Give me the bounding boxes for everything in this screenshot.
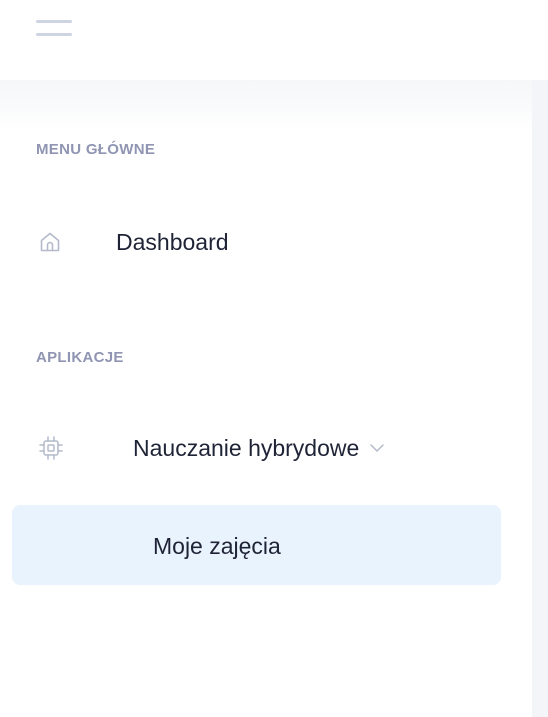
submenu-item-label: Moje zajęcia bbox=[153, 533, 281, 559]
chevron-down-icon[interactable] bbox=[369, 442, 385, 454]
sidebar-item-label: Nauczanie hybrydowe bbox=[133, 434, 360, 461]
hamburger-line bbox=[36, 33, 72, 36]
sidebar-item-hybrid-learning[interactable]: Nauczanie hybrydowe bbox=[36, 425, 385, 471]
sidebar-item-label: Dashboard bbox=[116, 228, 229, 255]
page: MENU GŁÓWNE Dashboard APLIKACJE Nauczani… bbox=[0, 0, 548, 717]
hamburger-line bbox=[36, 20, 72, 23]
content-divider bbox=[532, 80, 548, 717]
home-icon bbox=[36, 228, 64, 256]
section-title-applications: APLIKACJE bbox=[36, 349, 124, 366]
section-title-main-menu: MENU GŁÓWNE bbox=[36, 141, 156, 158]
hamburger-menu-icon[interactable] bbox=[36, 18, 72, 38]
sidebar-item-dashboard[interactable]: Dashboard bbox=[36, 220, 229, 264]
submenu-item-my-classes[interactable]: Moje zajęcia bbox=[12, 505, 501, 585]
chip-icon bbox=[36, 433, 66, 463]
sidebar-top-shadow bbox=[0, 80, 532, 130]
sidebar bbox=[0, 80, 532, 717]
top-bar bbox=[0, 0, 548, 80]
